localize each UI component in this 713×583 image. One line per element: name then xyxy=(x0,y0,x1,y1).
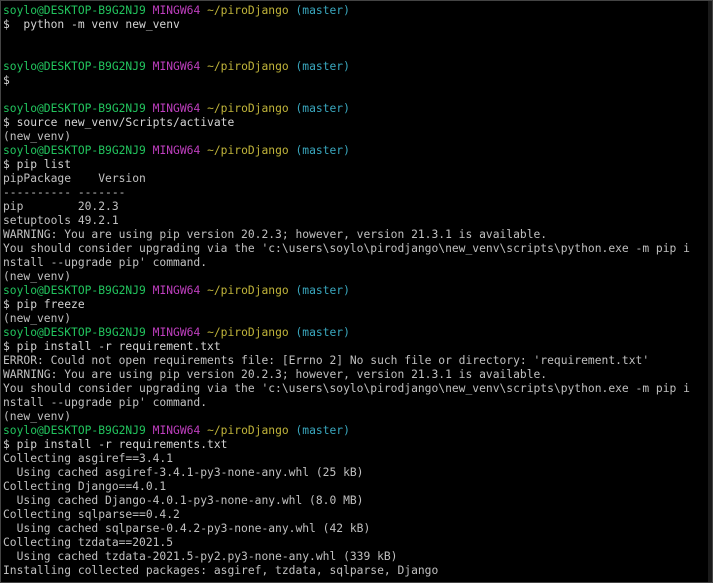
output-line: You should consider upgrading via the 'c… xyxy=(3,242,690,255)
command-line: $ pip install -r requirement.txt xyxy=(3,340,221,353)
prompt-branch: (master) xyxy=(295,60,350,73)
prompt-user: soylo@DESKTOP-B9G2NJ9 xyxy=(3,284,146,297)
prompt-path: ~/piroDjango xyxy=(207,144,289,157)
command-line: $ pip freeze xyxy=(3,298,85,311)
prompt-line: soylo@DESKTOP-B9G2NJ9 MINGW64 ~/piroDjan… xyxy=(3,102,708,116)
prompt-path: ~/piroDjango xyxy=(207,60,289,73)
prompt-user: soylo@DESKTOP-B9G2NJ9 xyxy=(3,326,146,339)
prompt-path: ~/piroDjango xyxy=(207,326,289,339)
prompt-user: soylo@DESKTOP-B9G2NJ9 xyxy=(3,60,146,73)
output-line: Using cached sqlparse-0.4.2-py3-none-any… xyxy=(3,522,371,535)
prompt-line: soylo@DESKTOP-B9G2NJ9 MINGW64 ~/piroDjan… xyxy=(3,284,708,298)
prompt-system: MINGW64 xyxy=(152,144,201,157)
output-line: Collecting Django==4.0.1 xyxy=(3,480,167,493)
prompt-system: MINGW64 xyxy=(152,326,201,339)
output-line: (new_venv) xyxy=(3,312,72,325)
command-line: $ pip install -r requirements.txt xyxy=(3,438,228,451)
output-line: WARNING: You are using pip version 20.2.… xyxy=(3,228,548,241)
prompt-branch: (master) xyxy=(295,284,350,297)
terminal-output[interactable]: soylo@DESKTOP-B9G2NJ9 MINGW64 ~/piroDjan… xyxy=(3,4,708,582)
prompt-path: ~/piroDjango xyxy=(207,4,289,17)
output-line: nstall --upgrade pip' command. xyxy=(3,256,208,269)
output-line: (new_venv) xyxy=(3,410,72,423)
scrollbar[interactable] xyxy=(708,1,712,582)
output-line: (new_venv) xyxy=(3,130,72,143)
output-line: Installing collected packages: asgiref, … xyxy=(3,564,439,577)
prompt-system: MINGW64 xyxy=(152,4,201,17)
prompt-user: soylo@DESKTOP-B9G2NJ9 xyxy=(3,144,146,157)
output-line: ERROR: Could not open requirements file:… xyxy=(3,354,650,367)
output-line: WARNING: You are using pip version 20.2.… xyxy=(3,368,548,381)
prompt-system: MINGW64 xyxy=(152,424,201,437)
prompt-line: soylo@DESKTOP-B9G2NJ9 MINGW64 ~/piroDjan… xyxy=(3,326,708,340)
command-line: $ xyxy=(3,74,10,87)
output-line: Using cached Django-4.0.1-py3-none-any.w… xyxy=(3,494,364,507)
prompt-branch: (master) xyxy=(295,326,350,339)
prompt-line: soylo@DESKTOP-B9G2NJ9 MINGW64 ~/piroDjan… xyxy=(3,144,708,158)
output-line: Collecting asgiref==3.4.1 xyxy=(3,452,174,465)
output-line: Collecting sqlparse==0.4.2 xyxy=(3,508,180,521)
output-line: pip 20.2.3 xyxy=(3,200,119,213)
prompt-system: MINGW64 xyxy=(152,284,201,297)
output-line: (new_venv) xyxy=(3,270,72,283)
prompt-branch: (master) xyxy=(295,102,350,115)
output-line: Collecting tzdata==2021.5 xyxy=(3,536,174,549)
command-line: $ python -m venv new_venv xyxy=(3,18,180,31)
prompt-user: soylo@DESKTOP-B9G2NJ9 xyxy=(3,102,146,115)
output-line: pipPackage Version xyxy=(3,172,146,185)
prompt-path: ~/piroDjango xyxy=(207,102,289,115)
output-line: Using cached asgiref-3.4.1-py3-none-any.… xyxy=(3,466,364,479)
command-line: $ source new_venv/Scripts/activate xyxy=(3,116,235,129)
output-line: setuptools 49.2.1 xyxy=(3,214,119,227)
prompt-user: soylo@DESKTOP-B9G2NJ9 xyxy=(3,4,146,17)
prompt-branch: (master) xyxy=(295,144,350,157)
prompt-user: soylo@DESKTOP-B9G2NJ9 xyxy=(3,424,146,437)
terminal-window[interactable]: soylo@DESKTOP-B9G2NJ9 MINGW64 ~/piroDjan… xyxy=(0,0,713,583)
prompt-branch: (master) xyxy=(295,424,350,437)
output-line: Using cached tzdata-2021.5-py2.py3-none-… xyxy=(3,550,398,563)
command-line: $ pip list xyxy=(3,158,72,171)
prompt-line: soylo@DESKTOP-B9G2NJ9 MINGW64 ~/piroDjan… xyxy=(3,4,708,18)
prompt-path: ~/piroDjango xyxy=(207,284,289,297)
output-line: You should consider upgrading via the 'c… xyxy=(3,382,690,395)
prompt-line: soylo@DESKTOP-B9G2NJ9 MINGW64 ~/piroDjan… xyxy=(3,424,708,438)
prompt-system: MINGW64 xyxy=(152,60,201,73)
output-line: nstall --upgrade pip' command. xyxy=(3,396,208,409)
output-line: ---------- ------- xyxy=(3,186,126,199)
prompt-line: soylo@DESKTOP-B9G2NJ9 MINGW64 ~/piroDjan… xyxy=(3,60,708,74)
prompt-branch: (master) xyxy=(295,4,350,17)
prompt-path: ~/piroDjango xyxy=(207,424,289,437)
prompt-system: MINGW64 xyxy=(152,102,201,115)
